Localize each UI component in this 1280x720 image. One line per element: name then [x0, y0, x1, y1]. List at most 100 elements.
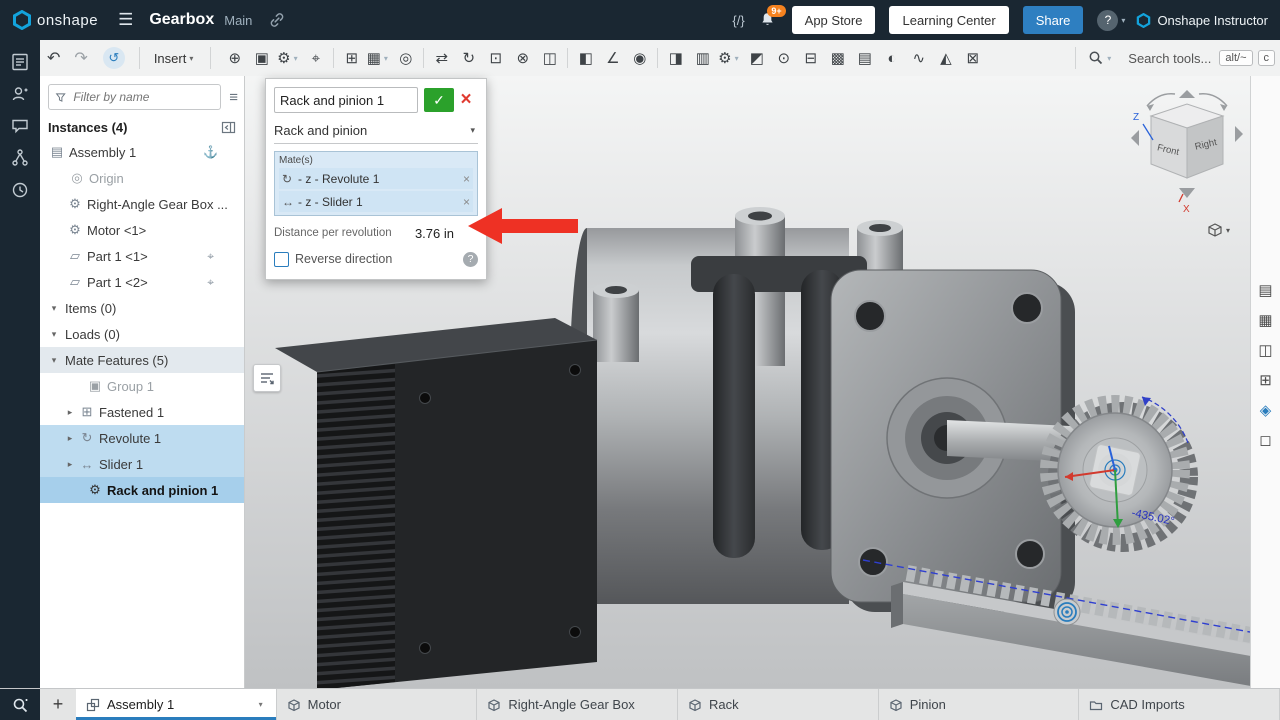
- tree-item-right-angle-gear-box[interactable]: ⚙ Right-Angle Gear Box ...: [40, 191, 244, 217]
- section-view-icon[interactable]: ◧: [572, 49, 599, 67]
- remove-mate-icon[interactable]: ×: [463, 195, 470, 209]
- tree-item-part-1-1[interactable]: ▱ Part 1 <1> ⌖: [40, 243, 244, 269]
- analysis-icon[interactable]: ⊠: [959, 49, 986, 67]
- layout-panel-icon[interactable]: ⊞: [1259, 371, 1272, 389]
- mate-name-input[interactable]: [274, 87, 418, 113]
- tab-cad-imports[interactable]: CAD Imports: [1079, 689, 1280, 720]
- mate-relation-icon[interactable]: ⚙▾: [275, 49, 302, 67]
- distance-value-field[interactable]: 3.76 in: [415, 226, 454, 241]
- view-options-button[interactable]: ▾: [1207, 222, 1233, 238]
- redo-icon[interactable]: ↷: [74, 48, 87, 68]
- view-cube-arrow-right[interactable]: [1235, 126, 1243, 142]
- tree-item-assembly-1[interactable]: ▤ Assembly 1 ⚓: [40, 139, 244, 165]
- chevron-right-icon[interactable]: ▸: [62, 433, 78, 444]
- remove-mate-icon[interactable]: ×: [463, 172, 470, 186]
- view-cube-rotate-right-icon[interactable]: [1199, 94, 1227, 106]
- motor[interactable]: [275, 318, 597, 688]
- workspace-name[interactable]: Main: [224, 13, 252, 28]
- help-caret-icon[interactable]: ▾: [1121, 16, 1125, 25]
- view-cube-rotate-left-icon[interactable]: [1147, 94, 1175, 106]
- mass-properties-icon[interactable]: ◉: [626, 49, 653, 67]
- follow-mode-icon[interactable]: [10, 84, 30, 104]
- view-cube-arrow-up[interactable]: [1179, 90, 1195, 98]
- comments-panel-icon[interactable]: ▤: [1258, 281, 1272, 299]
- insert-button[interactable]: Insert ▾: [146, 51, 205, 66]
- view-cube-arrow-left[interactable]: [1131, 130, 1139, 146]
- tree-item-rack-and-pinion-1[interactable]: ⚙ Rack and pinion 1: [40, 477, 244, 503]
- new-tab-button[interactable]: +: [40, 689, 76, 720]
- notifications-bell-icon[interactable]: 9+: [759, 11, 776, 29]
- group-icon[interactable]: ▣: [248, 49, 275, 67]
- help-icon[interactable]: ?: [1097, 10, 1118, 31]
- user-org-logo-icon[interactable]: [1136, 13, 1151, 28]
- versions-history-icon[interactable]: [10, 148, 30, 168]
- collapse-panel-icon[interactable]: [221, 121, 236, 134]
- filter-box[interactable]: [48, 84, 221, 110]
- tab-caret-icon[interactable]: ▾: [259, 700, 263, 709]
- named-positions-icon[interactable]: ◫: [536, 49, 563, 67]
- simulation-icon[interactable]: ∿: [905, 49, 932, 67]
- chevron-down-icon[interactable]: ▾: [46, 355, 62, 366]
- onshape-logo-icon[interactable]: [12, 10, 32, 30]
- tab-rack[interactable]: Rack: [678, 689, 879, 720]
- transform-icon[interactable]: ⇄: [428, 49, 455, 67]
- tab-pinion[interactable]: Pinion: [879, 689, 1080, 720]
- bom-table-icon[interactable]: ▩: [824, 49, 851, 67]
- rollback-icon[interactable]: ↺: [103, 47, 125, 69]
- view-cube[interactable]: Front Right Z X: [1125, 86, 1249, 221]
- circular-pattern-icon[interactable]: ◎: [392, 49, 419, 67]
- mate-icon[interactable]: ⊕: [221, 49, 248, 67]
- tree-item-revolute-1[interactable]: ▸ ↻ Revolute 1: [40, 425, 244, 451]
- tab-search-button[interactable]: [0, 689, 40, 720]
- mate-connector-icon[interactable]: ⌖: [302, 50, 329, 67]
- configurations-icon[interactable]: ⚙▾: [716, 49, 743, 67]
- comments-icon[interactable]: [10, 116, 30, 136]
- main-menu-icon[interactable]: ☰: [118, 10, 133, 30]
- share-button[interactable]: Share: [1023, 6, 1084, 34]
- tree-item-origin[interactable]: ◎ Origin: [40, 165, 244, 191]
- render-icon[interactable]: ◐: [878, 50, 905, 67]
- document-outline-icon[interactable]: [10, 52, 30, 72]
- chevron-right-icon[interactable]: ▸: [62, 407, 78, 418]
- tree-item-part-1-2[interactable]: ▱ Part 1 <2> ⌖: [40, 269, 244, 295]
- drawing-icon[interactable]: ▤: [851, 49, 878, 67]
- measure-panel-icon[interactable]: ◻: [1259, 431, 1271, 449]
- learning-center-button[interactable]: Learning Center: [889, 6, 1008, 34]
- measure-icon[interactable]: ∠: [599, 49, 626, 67]
- help-icon[interactable]: ?: [463, 252, 478, 267]
- search-tools-icon[interactable]: ▾: [1088, 50, 1114, 66]
- comparison-icon[interactable]: ◭: [932, 49, 959, 67]
- mate-item-slider[interactable]: ↔ - z - Slider 1 ×: [279, 191, 473, 212]
- hole-icon[interactable]: ⊙: [770, 49, 797, 67]
- tree-item-group-1[interactable]: ▣ Group 1: [40, 373, 244, 399]
- tab-motor[interactable]: Motor: [277, 689, 478, 720]
- tree-item-motor[interactable]: ⚙ Motor <1>: [40, 217, 244, 243]
- chevron-down-icon[interactable]: ▾: [46, 303, 62, 314]
- cancel-button[interactable]: ×: [454, 88, 478, 112]
- chevron-right-icon[interactable]: ▸: [62, 459, 78, 470]
- fastener-icon[interactable]: ⊟: [797, 49, 824, 67]
- snap-mode-icon[interactable]: ⊡: [482, 49, 509, 67]
- tree-item-fastened-1[interactable]: ▸ ⊞ Fastened 1: [40, 399, 244, 425]
- orientation-menu-button[interactable]: [253, 364, 281, 392]
- onshape-logo-text[interactable]: onshape: [37, 12, 98, 29]
- sheet-metal-tools-icon[interactable]: ◨: [662, 49, 689, 67]
- list-options-icon[interactable]: ≡: [229, 89, 238, 106]
- rotate-icon[interactable]: ↻: [455, 49, 482, 67]
- appearance-icon[interactable]: ◩: [743, 49, 770, 67]
- tree-section-mate-features[interactable]: ▾ Mate Features (5): [40, 347, 244, 373]
- tree-section-loads[interactable]: ▾ Loads (0): [40, 321, 244, 347]
- confirm-button[interactable]: ✓: [424, 88, 454, 112]
- appearance-panel-icon[interactable]: ◈: [1260, 401, 1272, 419]
- undo-icon[interactable]: ↶: [47, 48, 60, 68]
- explode-icon[interactable]: ⊗: [509, 49, 536, 67]
- filter-input[interactable]: [71, 89, 214, 105]
- featurescript-icon[interactable]: {/}: [732, 13, 744, 28]
- chevron-down-icon[interactable]: ▾: [46, 329, 62, 340]
- mate-type-dropdown[interactable]: Rack and pinion ▾: [274, 117, 478, 144]
- reverse-direction-checkbox[interactable]: [274, 252, 289, 267]
- share-link-icon[interactable]: [268, 11, 286, 29]
- tab-right-angle-gear-box[interactable]: Right-Angle Gear Box: [477, 689, 678, 720]
- tree-section-items[interactable]: ▾ Items (0): [40, 295, 244, 321]
- parts-panel-icon[interactable]: ▦: [1258, 311, 1272, 329]
